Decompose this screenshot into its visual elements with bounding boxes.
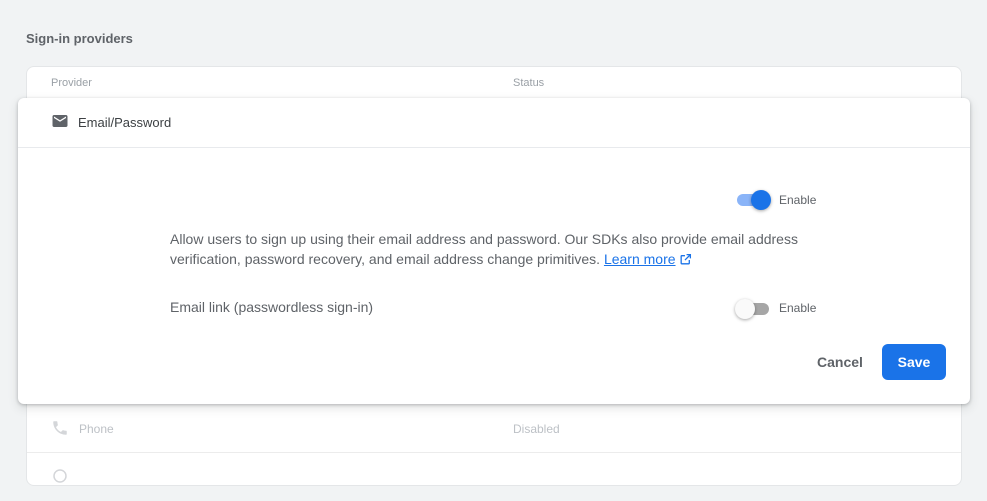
column-header-status: Status bbox=[513, 77, 545, 89]
enable-toggle[interactable] bbox=[735, 190, 771, 210]
phone-icon bbox=[51, 419, 69, 437]
description-text: Allow users to sign up using their email… bbox=[170, 231, 798, 267]
table-row[interactable] bbox=[27, 453, 961, 501]
provider-icon bbox=[51, 467, 69, 485]
mail-icon bbox=[51, 112, 69, 130]
email-link-toggle[interactable] bbox=[735, 299, 771, 319]
provider-name: Phone bbox=[79, 422, 114, 436]
learn-more-label: Learn more bbox=[603, 251, 676, 267]
save-button[interactable]: Save bbox=[882, 344, 946, 380]
table-header: Provider Status bbox=[27, 67, 961, 99]
table-row[interactable]: Phone Disabled bbox=[27, 405, 961, 453]
email-link-toggle-label: Enable bbox=[779, 301, 817, 315]
provider-description: Allow users to sign up using their email… bbox=[170, 229, 830, 271]
dialog-header: Email/Password bbox=[18, 98, 970, 148]
email-link-label: Email link (passwordless sign-in) bbox=[170, 299, 374, 315]
section-title: Sign-in providers bbox=[26, 31, 133, 46]
cancel-button[interactable]: Cancel bbox=[804, 344, 876, 380]
toggle-thumb bbox=[735, 299, 755, 319]
toggle-thumb bbox=[751, 190, 771, 210]
learn-more-link[interactable]: Learn more bbox=[604, 251, 692, 267]
enable-toggle-label: Enable bbox=[779, 193, 817, 207]
column-header-provider: Provider bbox=[51, 77, 92, 89]
email-password-dialog: Email/Password Enable Allow users to sig… bbox=[18, 98, 970, 404]
external-link-icon bbox=[679, 251, 692, 271]
dialog-title: Email/Password bbox=[78, 115, 172, 130]
provider-status: Disabled bbox=[513, 422, 560, 436]
